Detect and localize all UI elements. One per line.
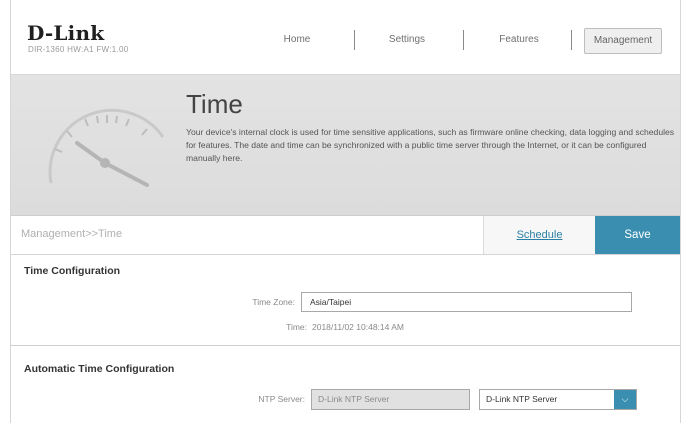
nav-separator: [463, 30, 464, 50]
timezone-field[interactable]: Asia/Taipei: [301, 292, 632, 312]
ntp-server-field[interactable]: D-Link NTP Server: [311, 389, 470, 410]
nav-separator: [571, 30, 572, 50]
model-info: DIR-1360 HW:A1 FW:1.00: [28, 45, 129, 54]
time-configuration-title: Time Configuration: [24, 265, 121, 277]
nav-management[interactable]: Management: [584, 28, 662, 54]
chevron-down-icon[interactable]: ⌵: [614, 390, 636, 409]
page-description: Your device's internal clock is used for…: [186, 127, 675, 163]
action-bar: Management>>Time Schedule Save: [11, 216, 680, 255]
schedule-link[interactable]: Schedule: [483, 216, 596, 254]
router-admin-frame: D-Link DIR-1360 HW:A1 FW:1.00 Home Setti…: [10, 0, 681, 423]
breadcrumb: Management>>Time: [21, 228, 123, 240]
timezone-label: Time Zone:: [252, 297, 295, 307]
ntp-server-label: NTP Server:: [258, 394, 305, 404]
save-button[interactable]: Save: [595, 216, 680, 254]
time-value: 2018/11/02 10:48:14 AM: [312, 322, 405, 332]
page-title: Time: [186, 89, 243, 119]
top-bar: D-Link DIR-1360 HW:A1 FW:1.00 Home Setti…: [11, 0, 680, 75]
ntp-select-value: D-Link NTP Server: [486, 394, 558, 404]
clock-icon: [48, 108, 165, 187]
nav-features[interactable]: Features: [479, 28, 559, 52]
section-divider: [11, 345, 680, 346]
dlink-logo: D-Link: [27, 21, 105, 45]
nav-separator: [354, 30, 355, 50]
time-label: Time:: [286, 322, 307, 332]
page-header: Time Your device's internal clock is use…: [11, 75, 680, 216]
nav-settings[interactable]: Settings: [371, 28, 443, 52]
automatic-time-title: Automatic Time Configuration: [24, 363, 175, 375]
nav-home[interactable]: Home: [267, 28, 327, 52]
ntp-server-select[interactable]: D-Link NTP Server ⌵: [479, 389, 637, 410]
